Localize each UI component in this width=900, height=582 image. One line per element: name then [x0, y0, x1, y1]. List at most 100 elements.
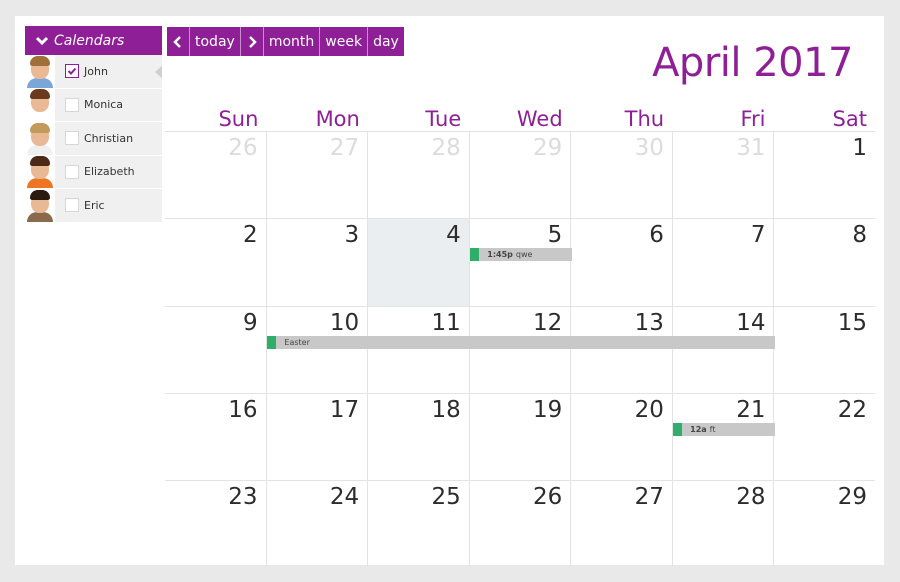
day-number[interactable]: 27 — [330, 135, 359, 161]
day-cell[interactable]: 17 — [265, 393, 368, 481]
day-cell[interactable]: 9 — [165, 307, 266, 393]
day-cell[interactable]: 24 — [265, 481, 368, 568]
day-number[interactable]: 28 — [736, 484, 765, 510]
today-button[interactable]: today — [190, 27, 241, 56]
day-cell[interactable]: 10 — [265, 306, 368, 393]
day-number[interactable]: 14 — [736, 310, 765, 336]
day-cell[interactable]: 27 — [265, 132, 368, 219]
week-view-button[interactable]: week — [320, 27, 369, 56]
calendar-checkbox[interactable] — [65, 198, 79, 213]
calendar-checkbox[interactable] — [65, 164, 79, 179]
calendars-header[interactable]: Calendars — [25, 26, 162, 55]
day-number[interactable]: 26 — [533, 484, 562, 510]
day-cell[interactable]: 2 — [165, 219, 266, 305]
day-cell[interactable]: 8 — [773, 219, 875, 306]
calendar-item-christian[interactable]: Christian — [25, 121, 162, 156]
day-cell[interactable]: 25 — [367, 481, 469, 568]
day-cell[interactable]: 29 — [468, 132, 571, 219]
day-number[interactable]: 15 — [838, 310, 867, 336]
week-row: 2 3 4 5 6 7 8 1:45p qwe — [165, 218, 875, 306]
day-cell[interactable]: 29 — [773, 481, 875, 568]
day-number[interactable]: 20 — [635, 397, 664, 423]
calendar-event[interactable]: Easter — [267, 335, 775, 349]
check-icon — [67, 68, 77, 76]
calendar-checkbox[interactable] — [65, 64, 79, 79]
day-number[interactable]: 10 — [330, 310, 359, 336]
weekday-tue: Tue — [425, 107, 462, 131]
day-cell[interactable]: 16 — [165, 394, 266, 480]
day-number[interactable]: 24 — [330, 484, 359, 510]
next-button[interactable] — [240, 27, 264, 56]
prev-button[interactable] — [167, 27, 190, 56]
day-cell[interactable]: 19 — [468, 393, 571, 481]
day-cell[interactable]: 23 — [165, 481, 266, 567]
day-number[interactable]: 22 — [838, 397, 867, 423]
event-color-marker — [673, 422, 683, 436]
day-cell[interactable]: 13 — [570, 306, 672, 393]
day-number[interactable]: 23 — [228, 484, 257, 510]
calendar-checkbox[interactable] — [65, 131, 79, 146]
day-number[interactable]: 29 — [838, 484, 867, 510]
day-number[interactable]: 2 — [243, 222, 258, 248]
avatar-hair — [30, 156, 50, 167]
calendar-item-john[interactable]: John — [25, 54, 162, 89]
calendar-event[interactable]: 1:45p qwe — [470, 248, 572, 262]
day-number[interactable]: 25 — [431, 484, 460, 510]
day-number[interactable]: 27 — [635, 484, 664, 510]
day-cell[interactable]: 30 — [570, 132, 672, 219]
day-number[interactable]: 26 — [228, 135, 257, 161]
day-number[interactable]: 3 — [345, 222, 360, 248]
day-cell[interactable]: 11 — [367, 306, 469, 393]
day-cell[interactable]: 5 — [468, 219, 571, 306]
weekday-header: Sun Mon Tue Wed Thu Fri Sat — [165, 105, 875, 131]
day-cell[interactable]: 12 — [468, 306, 571, 393]
day-cell[interactable]: 14 — [671, 306, 774, 393]
calendar-name: Eric — [84, 198, 105, 212]
day-number[interactable]: 7 — [751, 222, 766, 248]
calendar-event[interactable]: 12a ft — [673, 422, 775, 436]
day-cell[interactable]: 4 — [367, 219, 469, 306]
avatar — [25, 155, 55, 189]
day-cell[interactable]: 18 — [367, 393, 469, 481]
calendar-item-eric[interactable]: Eric — [25, 188, 162, 223]
day-number[interactable]: 29 — [533, 135, 562, 161]
day-cell[interactable]: 27 — [570, 481, 672, 568]
day-number[interactable]: 30 — [635, 135, 664, 161]
day-view-button[interactable]: day — [368, 27, 404, 56]
day-number[interactable]: 13 — [635, 310, 664, 336]
day-number[interactable]: 11 — [431, 310, 460, 336]
day-cell[interactable]: 22 — [773, 393, 875, 481]
day-cell[interactable]: 20 — [570, 393, 672, 481]
event-time: 12a — [690, 424, 707, 434]
day-number[interactable]: 21 — [736, 397, 765, 423]
day-cell[interactable]: 26 — [468, 481, 571, 568]
day-cell[interactable]: 6 — [570, 219, 672, 306]
avatar-body — [27, 211, 53, 222]
day-number[interactable]: 31 — [736, 135, 765, 161]
calendar-item-monica[interactable]: Monica — [25, 88, 162, 122]
day-number[interactable]: 4 — [446, 222, 461, 248]
day-cell[interactable]: 15 — [773, 306, 875, 393]
day-number[interactable]: 19 — [533, 397, 562, 423]
calendar-checkbox[interactable] — [65, 97, 79, 112]
day-cell[interactable]: 31 — [671, 132, 774, 219]
day-number[interactable]: 16 — [228, 397, 257, 423]
day-cell[interactable]: 28 — [671, 481, 774, 568]
calendar-item-elizabeth[interactable]: Elizabeth — [25, 155, 162, 189]
day-number[interactable]: 8 — [852, 222, 867, 248]
day-number[interactable]: 1 — [852, 135, 867, 161]
day-cell[interactable]: 28 — [367, 132, 469, 219]
day-cell[interactable]: 21 — [671, 393, 774, 481]
day-cell[interactable]: 3 — [265, 219, 368, 306]
day-number[interactable]: 5 — [548, 222, 563, 248]
day-number[interactable]: 12 — [533, 310, 562, 336]
day-cell[interactable]: 7 — [671, 219, 774, 306]
day-cell[interactable]: 26 — [165, 132, 266, 218]
day-number[interactable]: 9 — [243, 310, 258, 336]
day-cell[interactable]: 1 — [773, 132, 875, 219]
day-number[interactable]: 17 — [330, 397, 359, 423]
day-number[interactable]: 28 — [431, 135, 460, 161]
day-number[interactable]: 18 — [431, 397, 460, 423]
month-view-button[interactable]: month — [263, 27, 321, 56]
day-number[interactable]: 6 — [649, 222, 664, 248]
